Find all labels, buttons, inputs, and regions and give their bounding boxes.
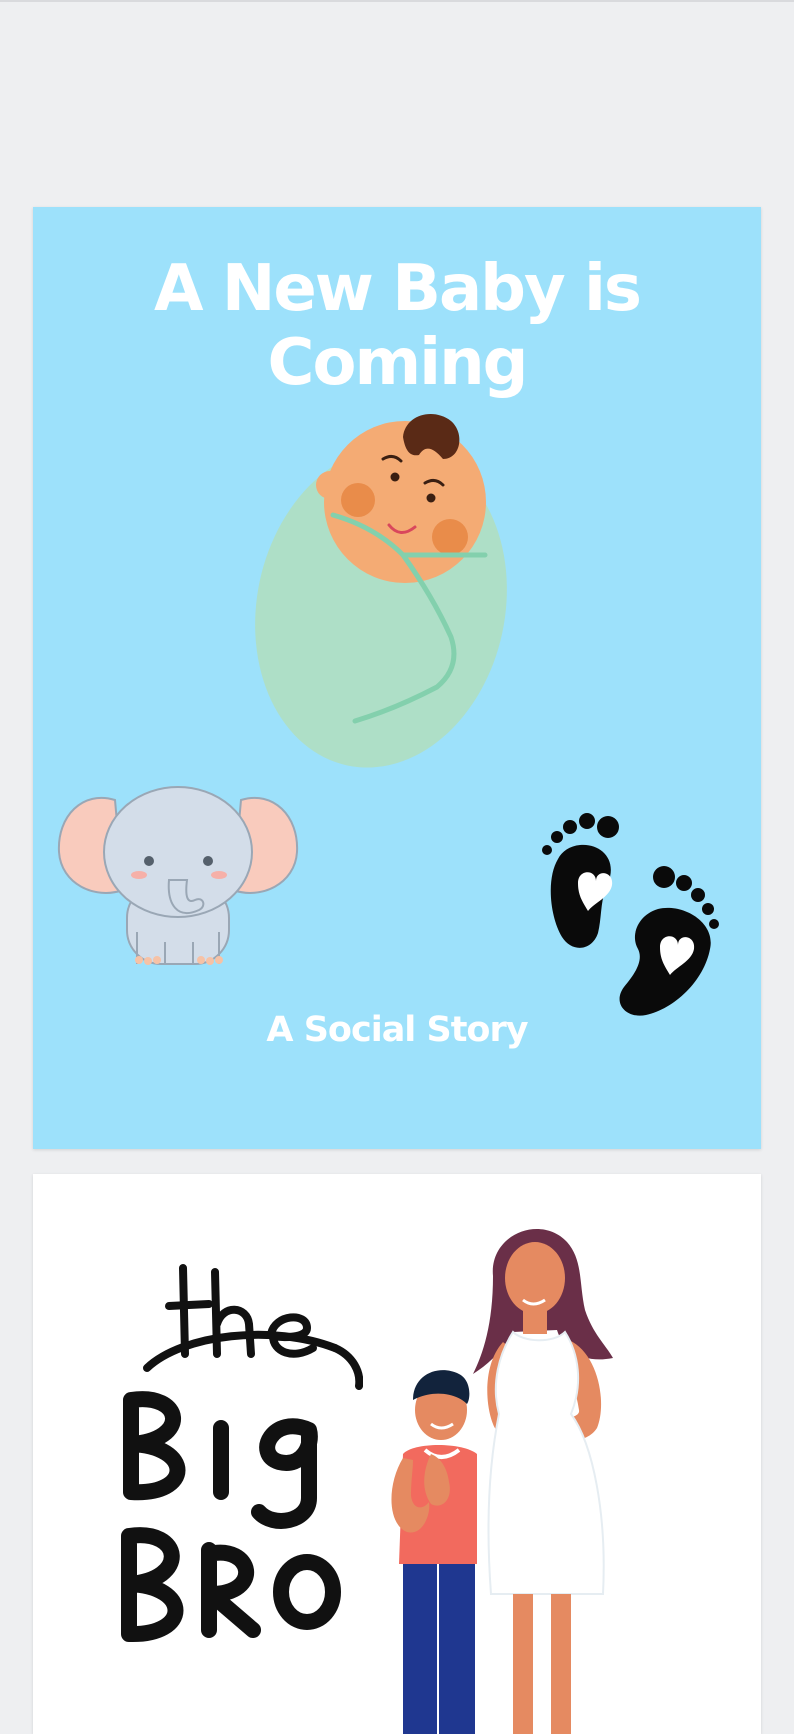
cover-subtitle: A Social Story [266, 1010, 528, 1050]
swaddled-baby-illustration [255, 414, 507, 768]
baby-elephant-illustration [57, 786, 299, 965]
baby-footprints-illustration [542, 813, 719, 1016]
story-page-2 [33, 1174, 761, 1734]
cover-title: A New Baby is Coming [154, 252, 642, 400]
viewer-top-border [0, 0, 794, 2]
cover-page: A New Baby is Coming A Social Story [33, 207, 761, 1149]
the-big-bro-lettering-art [121, 1264, 363, 1643]
pregnant-mother-and-son-illustration [391, 1229, 613, 1734]
